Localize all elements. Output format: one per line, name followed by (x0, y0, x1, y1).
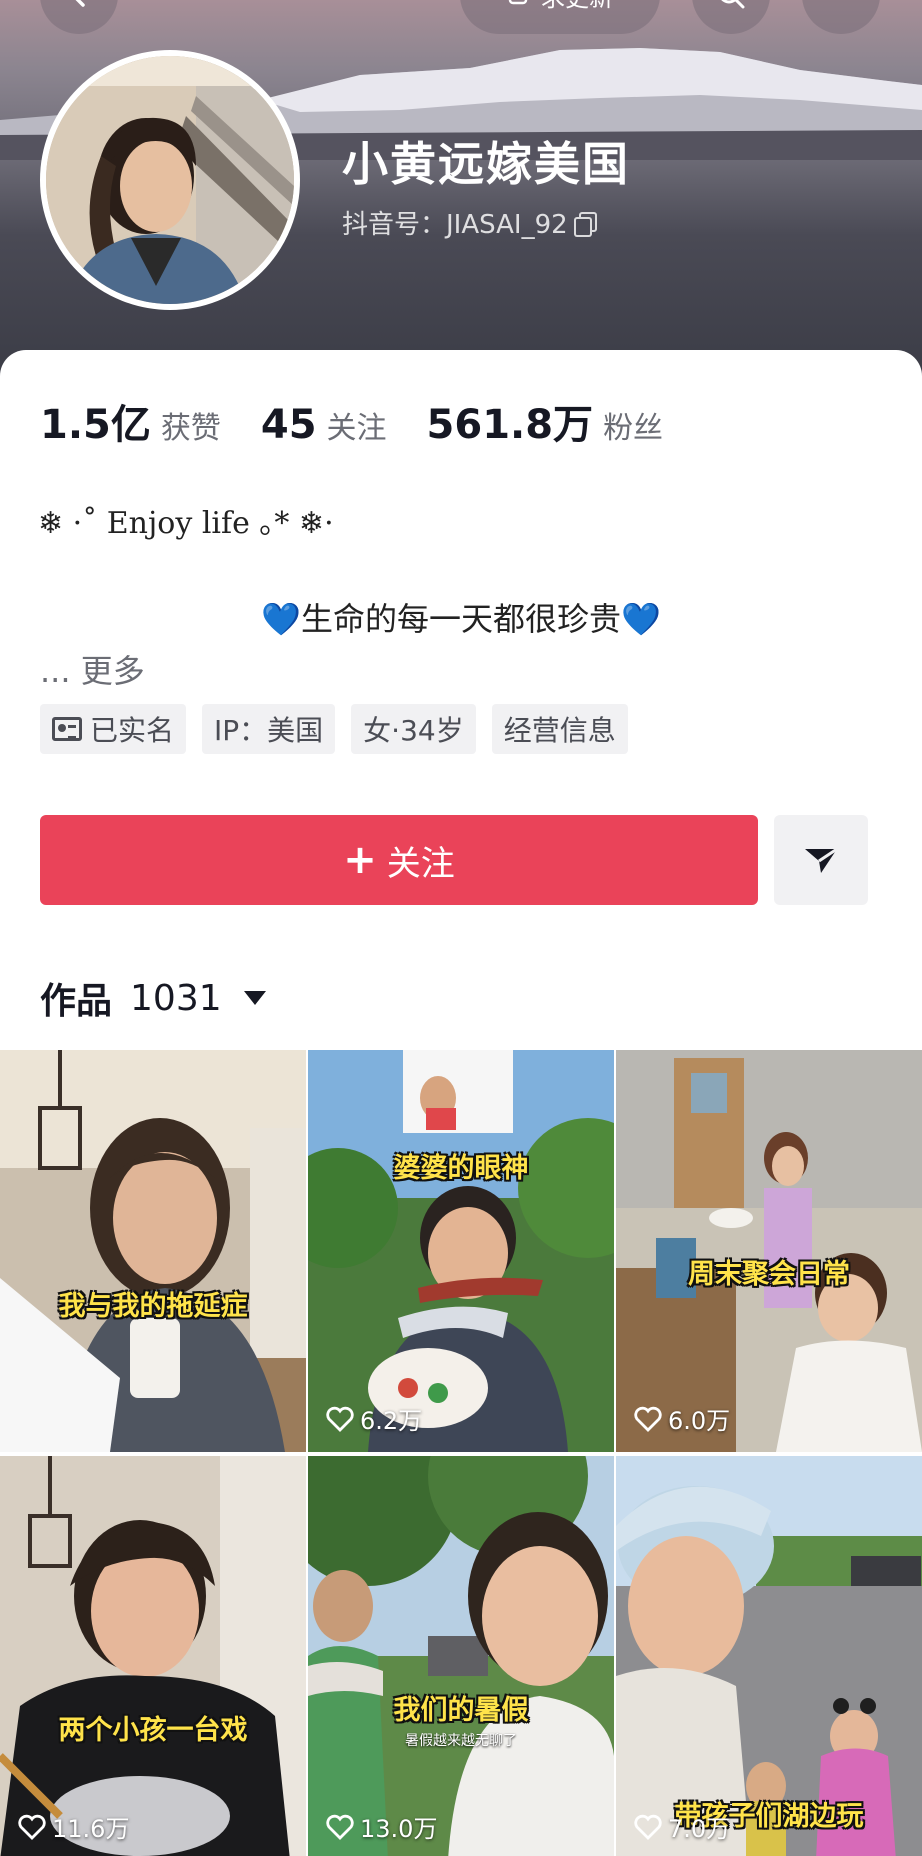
video-thumbnail (308, 1048, 614, 1452)
tag-gender-age-label: 女·34岁 (363, 714, 464, 747)
nickname: 小黄远嫁美国 (342, 137, 630, 191)
video-tile[interactable]: 带孩子们湖边玩 7.0万 (616, 1456, 922, 1856)
video-likes-count: 7.0万 (668, 1815, 731, 1843)
update-icon (508, 0, 528, 5)
stat-likes: 1.5亿 获赞 (40, 392, 221, 450)
heart-icon (634, 1814, 662, 1840)
video-thumbnail (0, 1456, 306, 1856)
share-button[interactable] (774, 815, 868, 905)
request-update-button[interactable]: 求更新 (460, 0, 660, 34)
profile-card: 1.5亿 获赞 45 关注 561.8万 粉丝 ❄ ·˚ Enjoy life … (0, 350, 922, 1050)
bio-more-link[interactable]: ... 更多 (40, 646, 145, 692)
video-likes: 11.6万 (18, 1809, 129, 1844)
stat-following[interactable]: 45 关注 (261, 402, 387, 448)
video-likes: 6.0万 (634, 1401, 730, 1436)
video-caption: 我与我的拖延症 (58, 1291, 248, 1322)
video-grid: 我与我的拖延症 婆婆的眼神 6.2万 周末聚会日常 6.0万 两个小孩一台戏 1… (0, 1048, 922, 1856)
stat-followers[interactable]: 561.8万 粉丝 (427, 392, 664, 450)
avatar[interactable] (40, 50, 300, 310)
search-button[interactable] (692, 0, 770, 34)
stats-row: 1.5亿 获赞 45 关注 561.8万 粉丝 (40, 392, 703, 450)
video-tile[interactable]: 婆婆的眼神 6.2万 (308, 1048, 614, 1452)
video-caption: 两个小孩一台戏 (58, 1715, 248, 1746)
profile-tags: 已实名 IP：美国 女·34岁 经营信息 (40, 704, 628, 754)
video-tile[interactable]: 我们的暑假 暑假越来越无聊了 13.0万 (308, 1456, 614, 1856)
douyin-id[interactable]: 抖音号：JIASAI_92 (342, 204, 597, 241)
stat-following-label: 关注 (326, 411, 387, 446)
heart-icon (634, 1406, 662, 1432)
stat-likes-value: 1.5亿 (40, 402, 151, 448)
video-thumbnail (0, 1048, 306, 1452)
back-button[interactable] (40, 0, 118, 34)
works-tab[interactable]: 作品 1031 (40, 972, 266, 1024)
tag-business-info[interactable]: 经营信息 (491, 704, 628, 754)
works-label: 作品 (40, 981, 113, 1022)
follow-button[interactable]: + 关注 (40, 815, 758, 905)
video-likes: 6.2万 (326, 1401, 422, 1436)
plus-icon: + (343, 837, 377, 883)
video-likes: 13.0万 (326, 1809, 437, 1844)
stat-followers-value: 561.8万 (426, 402, 594, 448)
video-caption: 周末聚会日常 (688, 1259, 850, 1290)
video-likes: 7.0万 (634, 1809, 730, 1844)
follow-label: 关注 (386, 843, 455, 884)
stat-likes-label: 获赞 (160, 411, 221, 446)
video-caption: 我们的暑假 (393, 1695, 529, 1726)
send-icon (805, 847, 838, 873)
video-likes-count: 6.0万 (668, 1407, 731, 1435)
heart-icon (326, 1406, 354, 1432)
tag-ip: IP：美国 (202, 704, 336, 754)
video-subtitle: 暑假越来越无聊了 (405, 1733, 517, 1749)
tag-business-info-label: 经营信息 (503, 714, 616, 747)
works-count: 1031 (130, 977, 222, 1019)
caret-down-icon (243, 991, 266, 1005)
video-thumbnail (308, 1456, 614, 1856)
video-tile[interactable]: 我与我的拖延症 (0, 1048, 306, 1452)
avatar-photo (46, 56, 294, 304)
tag-verified-label: 已实名 (90, 714, 175, 747)
video-thumbnail (616, 1048, 922, 1452)
tag-ip-label: IP：美国 (214, 714, 324, 747)
bio-line-2: 💙生命的每一天都很珍贵💙 (261, 600, 661, 638)
tag-gender-age: 女·34岁 (351, 704, 476, 754)
video-likes-count: 6.2万 (360, 1407, 423, 1435)
more-button[interactable] (802, 0, 880, 34)
video-likes-count: 11.6万 (52, 1815, 130, 1843)
request-update-label: 求更新 (541, 0, 613, 13)
bio-line-1: ❄ ·˚ Enjoy life ｡* ❄· (38, 506, 334, 541)
heart-icon (326, 1814, 354, 1840)
id-card-icon (52, 717, 82, 741)
back-icon (75, 0, 85, 7)
video-tile[interactable]: 周末聚会日常 6.0万 (616, 1048, 922, 1452)
copy-icon[interactable] (573, 211, 597, 237)
video-likes-count: 13.0万 (360, 1815, 438, 1843)
search-icon (721, 0, 745, 9)
video-caption: 婆婆的眼神 (393, 1153, 529, 1184)
douyin-id-text: 抖音号：JIASAI_92 (342, 210, 568, 240)
stat-following-value: 45 (260, 402, 317, 448)
video-tile[interactable]: 两个小孩一台戏 11.6万 (0, 1456, 306, 1856)
tag-verified[interactable]: 已实名 (40, 704, 187, 754)
heart-icon (18, 1814, 46, 1840)
stat-followers-label: 粉丝 (603, 411, 664, 446)
